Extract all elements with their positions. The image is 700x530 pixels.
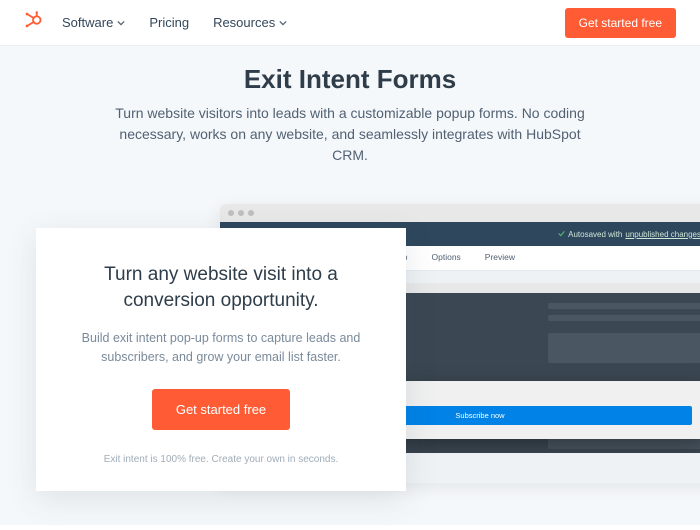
feature-card: Turn any website visit into a conversion… bbox=[36, 228, 406, 491]
autosave-status: Autosaved with unpublished changes bbox=[558, 230, 700, 239]
tab-preview[interactable]: Preview bbox=[473, 246, 527, 270]
stage: Email Subscribers Pop-up Autosaved with … bbox=[40, 190, 660, 530]
nav-label: Pricing bbox=[149, 15, 189, 30]
nav-pricing[interactable]: Pricing bbox=[149, 15, 189, 30]
nav-label: Resources bbox=[213, 15, 275, 30]
chevron-down-icon bbox=[279, 15, 287, 30]
skeleton-line bbox=[548, 303, 700, 309]
hubspot-logo-icon[interactable] bbox=[24, 11, 42, 34]
window-control-icon bbox=[248, 210, 254, 216]
unpublished-link[interactable]: unpublished changes bbox=[625, 230, 700, 239]
hero-subtitle: Turn website visitors into leads with a … bbox=[100, 103, 600, 166]
hero: Exit Intent Forms Turn website visitors … bbox=[0, 46, 700, 525]
skeleton-block bbox=[548, 333, 700, 363]
nav-label: Software bbox=[62, 15, 113, 30]
card-cta-button[interactable]: Get started free bbox=[152, 389, 290, 430]
top-nav: Software Pricing Resources Get started f… bbox=[0, 0, 700, 46]
tab-options[interactable]: Options bbox=[420, 246, 473, 270]
card-footnote: Exit intent is 100% free. Create your ow… bbox=[68, 454, 374, 465]
nav-software[interactable]: Software bbox=[62, 15, 125, 30]
chevron-down-icon bbox=[117, 15, 125, 30]
get-started-button[interactable]: Get started free bbox=[565, 8, 676, 38]
nav-resources[interactable]: Resources bbox=[213, 15, 287, 30]
skeleton-line bbox=[548, 315, 700, 321]
browser-chrome bbox=[220, 204, 700, 222]
window-control-icon bbox=[238, 210, 244, 216]
card-description: Build exit intent pop-up forms to captur… bbox=[68, 329, 374, 367]
check-icon bbox=[558, 230, 565, 239]
window-control-icon bbox=[228, 210, 234, 216]
hero-title: Exit Intent Forms bbox=[40, 64, 660, 95]
card-heading: Turn any website visit into a conversion… bbox=[68, 262, 374, 313]
